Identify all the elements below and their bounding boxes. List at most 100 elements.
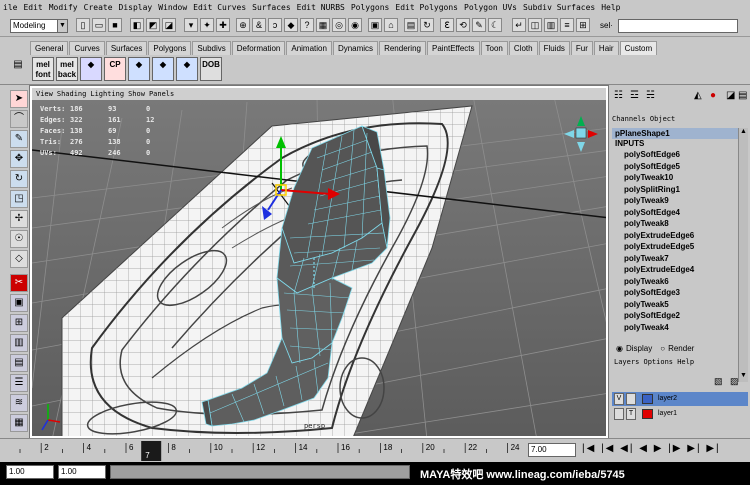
menu-edit-curves[interactable]: Edit Curves	[190, 3, 249, 12]
dob-icon[interactable]: DOB	[200, 57, 222, 81]
move-tool-icon[interactable]: ✥	[10, 150, 28, 168]
layout-outliner-icon[interactable]: ☰	[10, 374, 28, 392]
shelf-tab-curves[interactable]: Curves	[69, 41, 105, 55]
panel-menu-shading[interactable]: Shading	[57, 90, 87, 98]
snap-view-plane-icon[interactable]: ▣	[368, 18, 382, 32]
magnet-icon[interactable]: ℇ	[440, 18, 454, 32]
channel-box-input-item[interactable]: polySoftEdge2	[612, 310, 738, 322]
channel-box-menu[interactable]: Channels Object	[612, 114, 746, 125]
shelf-tab-custom[interactable]: Custom	[619, 41, 658, 55]
panel-menu-lighting[interactable]: Lighting	[90, 90, 124, 98]
layer-visibility-toggle[interactable]: V	[614, 393, 624, 405]
dynamics-mask-icon[interactable]: ↄ	[268, 18, 282, 32]
shelf-tab-fluids[interactable]: Fluids	[538, 41, 570, 55]
playback-start-field[interactable]: 1.00	[58, 465, 106, 479]
layout-hypershade-icon[interactable]: ▦	[10, 414, 28, 432]
render-frame-icon[interactable]: ⟲	[456, 18, 470, 32]
step-back-icon[interactable]: |◀	[601, 443, 615, 454]
select-object-icon[interactable]: ◩	[146, 18, 160, 32]
panel-menu-show[interactable]: Show	[128, 90, 145, 98]
play-back-icon[interactable]: ◀	[639, 443, 649, 454]
manipulator-tool-icon[interactable]: ✢	[10, 210, 28, 228]
shelf-button-1[interactable]: mel back	[56, 57, 78, 81]
layout-single-icon[interactable]: ▣	[10, 294, 28, 312]
menu-help[interactable]: Help	[598, 3, 623, 12]
render-globals-icon[interactable]: ☾	[488, 18, 502, 32]
layer-visibility-toggle[interactable]	[614, 408, 624, 420]
rendering-mask-icon[interactable]: ◆	[284, 18, 298, 32]
channel-box-input-item[interactable]: polySoftEdge4	[612, 207, 738, 219]
deformer-mask-icon[interactable]: &	[252, 18, 266, 32]
open-scene-icon[interactable]: ▭	[92, 18, 106, 32]
current-time-field[interactable]: 7.00	[528, 443, 576, 457]
select-tool-icon[interactable]: ➤	[10, 90, 28, 108]
channel-box-input-item[interactable]: polySplitRing1	[612, 184, 738, 196]
list-icon[interactable]: ▤	[738, 90, 750, 102]
shelf-tab-toon[interactable]: Toon	[480, 41, 508, 55]
shelf-menu-icon[interactable]: ▤	[12, 59, 24, 81]
step-forward-key-icon[interactable]: |▶	[668, 443, 682, 454]
settings-icon[interactable]: ◪	[726, 90, 738, 102]
menu-polygons[interactable]: Polygons	[348, 3, 393, 12]
menu-create[interactable]: Create	[81, 3, 116, 12]
last-tool-icon[interactable]: ◇	[10, 250, 28, 268]
channel-box-object-name[interactable]: pPlaneShape1	[612, 128, 738, 139]
go-to-end-icon[interactable]: ▶|	[706, 443, 720, 454]
channel-box-layout-icon[interactable]: ☷	[614, 90, 626, 102]
input-line-icon[interactable]: ↵	[512, 18, 526, 32]
shelf-tab-subdivs[interactable]: Subdivs	[192, 41, 231, 55]
channel-box-input-item[interactable]: polyTweak6	[612, 276, 738, 288]
shelf-tab-general[interactable]: General	[30, 41, 69, 55]
new-layer-icon[interactable]: ▧	[714, 376, 726, 388]
scroll-up-icon[interactable]: ▲	[739, 128, 748, 138]
shelf-tab-cloth[interactable]: Cloth	[508, 41, 538, 55]
channel-box-input-item[interactable]: polySoftEdge6	[612, 149, 738, 161]
cylinder-icon[interactable]: ◆	[152, 57, 174, 81]
shelf-tab-dynamics[interactable]: Dynamics	[332, 41, 379, 55]
rotate-tool-icon[interactable]: ↻	[10, 170, 28, 188]
channel-box-input-item[interactable]: polyExtrudeEdge5	[612, 241, 738, 253]
current-frame-marker[interactable]	[141, 441, 162, 461]
channel-box-icon[interactable]: ⊞	[576, 18, 590, 32]
layout-side-icon[interactable]: ▤	[10, 354, 28, 372]
channel-box-input-item[interactable]: polyExtrudeEdge4	[612, 264, 738, 276]
split-polygon-tool-icon[interactable]: ✂	[10, 274, 28, 292]
menu-polygon-uvs[interactable]: Polygon UVs	[461, 3, 520, 12]
shelf-tab-polygons[interactable]: Polygons	[148, 41, 192, 55]
paint-icon[interactable]: ◭	[694, 90, 706, 102]
channel-box-input-item[interactable]: polySoftEdge5	[612, 161, 738, 173]
cube-icon[interactable]: ◆	[128, 57, 150, 81]
select-hierarchy-icon[interactable]: ◧	[130, 18, 144, 32]
lasso-tool-icon[interactable]: ⌒	[10, 110, 28, 128]
channel-box-input-item[interactable]: polyTweak10	[612, 172, 738, 184]
view-compass-icon[interactable]	[560, 114, 602, 154]
play-forward-icon[interactable]: ▶	[654, 443, 664, 454]
layer-color-swatch[interactable]	[642, 394, 653, 404]
menu-edit-polygons[interactable]: Edit Polygons	[392, 3, 461, 12]
layer-editor-menu[interactable]: Layers Options Help	[614, 358, 694, 366]
layout-two-icon[interactable]: ▥	[10, 334, 28, 352]
construction-history-icon[interactable]: ↻	[420, 18, 434, 32]
layout-graph-icon[interactable]: ≋	[10, 394, 28, 412]
step-back-key-icon[interactable]: ◀|	[620, 443, 634, 454]
ipr-render-icon[interactable]: ✎	[472, 18, 486, 32]
layer-layout-icon[interactable]: ☵	[646, 90, 658, 102]
panel-menu-view[interactable]: View	[36, 90, 53, 98]
step-forward-icon[interactable]: ▶|	[687, 443, 701, 454]
panel-menu-panels[interactable]: Panels	[149, 90, 174, 98]
cp-icon[interactable]: CP	[104, 57, 126, 81]
shelf-tab-animation[interactable]: Animation	[286, 41, 332, 55]
layer-row-layer1[interactable]: Tlayer1	[612, 407, 748, 421]
shelf-tab-surfaces[interactable]: Surfaces	[105, 41, 148, 55]
shelf-tab-deformation[interactable]: Deformation	[231, 41, 286, 55]
sphere-icon[interactable]: ◆	[176, 57, 198, 81]
menu-subdiv-surfaces[interactable]: Subdiv Surfaces	[520, 3, 598, 12]
layout-four-icon[interactable]: ⊞	[10, 314, 28, 332]
shelf-tab-fur[interactable]: Fur	[570, 41, 593, 55]
tool-settings-icon[interactable]: ≡	[560, 18, 574, 32]
material-icon[interactable]: ●	[710, 90, 722, 102]
perspective-viewport[interactable]: View Shading Lighting Show Panels Verts: 186 9…	[29, 85, 609, 439]
chevron-down-icon[interactable]: ▼	[57, 20, 67, 32]
lock-icon[interactable]: ▤	[404, 18, 418, 32]
display-radio[interactable]: ◉	[616, 342, 623, 356]
